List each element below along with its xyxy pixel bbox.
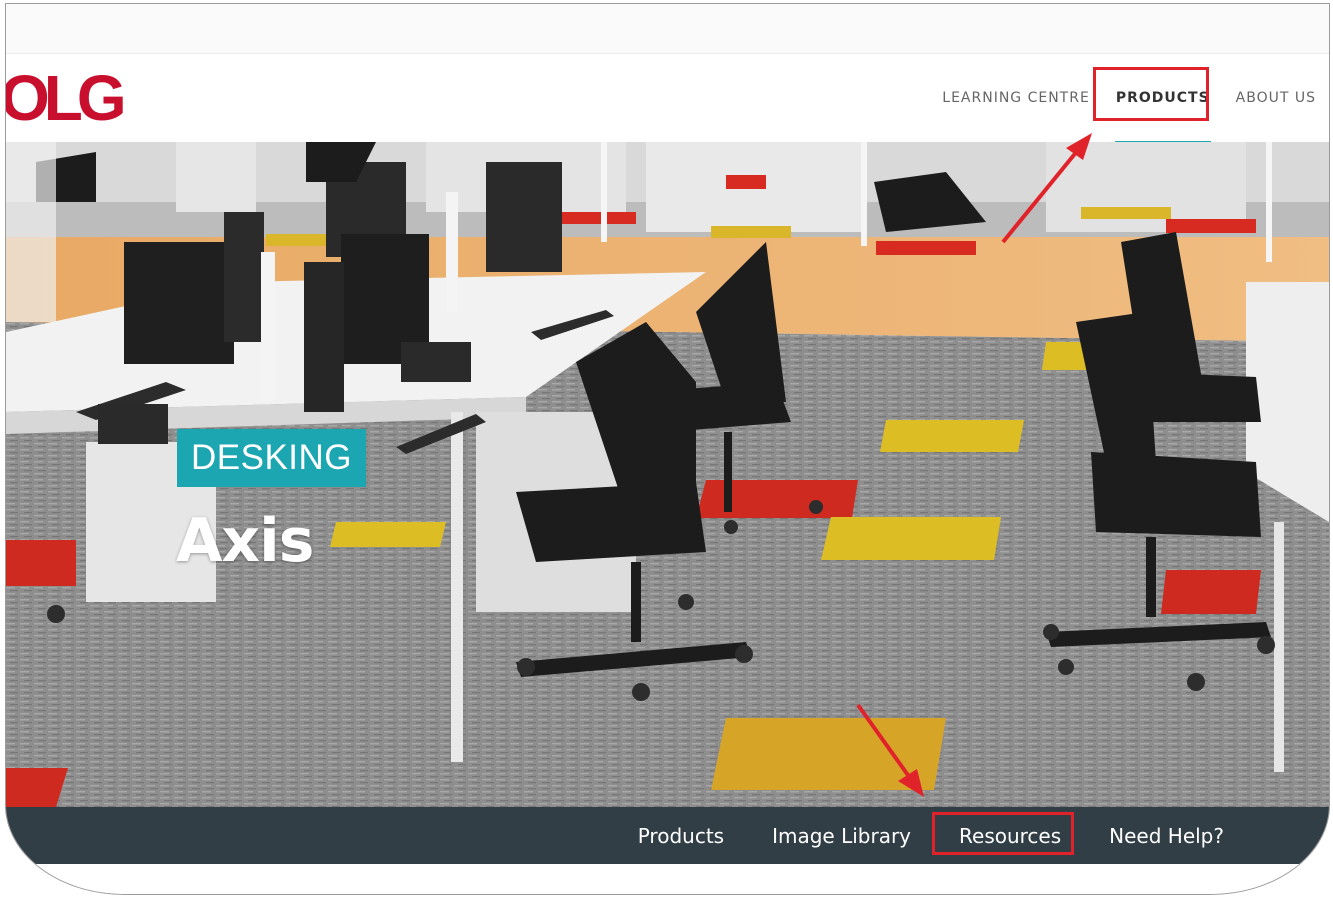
product-title: Axis [176,506,314,576]
nav-label: LEARNING CENTRE [942,90,1090,106]
nav-about-us[interactable]: ABOUT US [1223,54,1329,142]
olg-logo[interactable]: OLG [5,62,140,134]
product-subnav: Products Image Library Resources Need He… [6,807,1329,864]
subnav-resources[interactable]: Resources [959,824,1061,848]
nav-label: ABOUT US [1235,90,1316,106]
address-strip [6,4,1329,54]
category-badge: DESKING [177,429,367,487]
page-bottom [6,864,1329,894]
subnav-products[interactable]: Products [638,824,724,848]
subnav-need-help[interactable]: Need Help? [1109,824,1224,848]
main-nav: LEARNING CENTRE PRODUCTS ABOUT US [929,54,1329,145]
hero-banner: DESKING Axis [6,142,1329,807]
site-header: OLG LEARNING CENTRE PRODUCTS ABOUT US [5,54,1329,145]
logo-text: OLG [5,68,123,128]
nav-products[interactable]: PRODUCTS [1103,54,1223,145]
browser-frame: OLG LEARNING CENTRE PRODUCTS ABOUT US DE… [5,3,1330,895]
subnav-image-library[interactable]: Image Library [772,824,911,848]
nav-learning-centre[interactable]: LEARNING CENTRE [929,54,1103,142]
nav-label: PRODUCTS [1115,90,1210,106]
